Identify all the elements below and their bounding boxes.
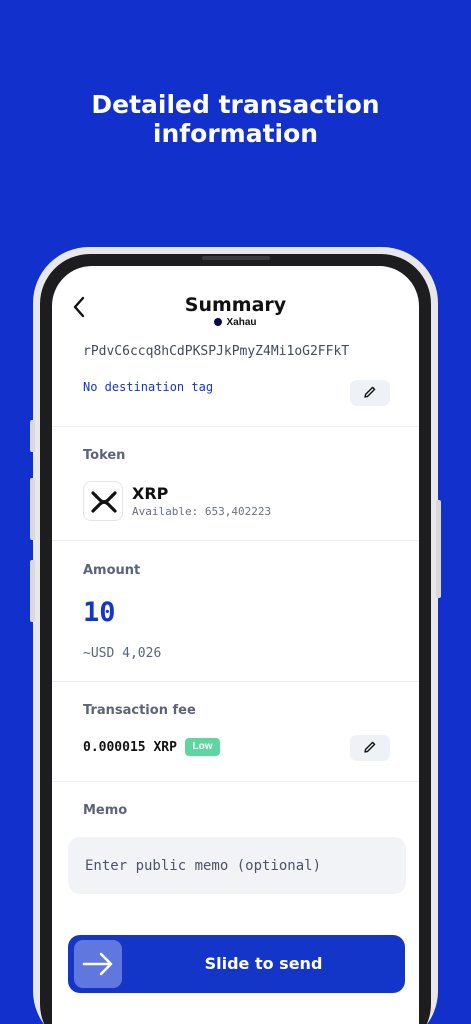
phone-side-button xyxy=(30,420,35,452)
memo-label: Memo xyxy=(83,803,128,818)
divider xyxy=(52,426,419,427)
divider xyxy=(52,540,419,541)
transaction-fee-value: 0.000015 XRP xyxy=(83,740,177,755)
destination-tag: No destination tag xyxy=(83,380,214,394)
nav-bar: Summary Xahau xyxy=(52,266,419,336)
amount-value: 10 xyxy=(83,597,116,628)
amount-fiat-value: ~USD 4,026 xyxy=(83,646,162,661)
pencil-icon xyxy=(364,741,376,753)
transaction-fee-label: Transaction fee xyxy=(83,703,196,718)
phone-side-button xyxy=(30,478,35,540)
edit-fee-button[interactable] xyxy=(350,735,390,761)
network-dot-icon xyxy=(214,318,223,326)
phone-side-button xyxy=(30,560,35,622)
headline: Detailed transaction information xyxy=(0,90,471,148)
divider xyxy=(52,681,419,682)
slide-to-send-slider[interactable]: Slide to send xyxy=(68,935,405,993)
page-title: Summary xyxy=(184,294,287,316)
fee-level-badge: Low xyxy=(185,738,220,756)
network-name: Xahau xyxy=(226,317,257,328)
divider xyxy=(52,781,419,782)
xrp-logo-graphic xyxy=(91,491,117,513)
slide-to-send-label: Slide to send xyxy=(204,954,323,973)
memo-input[interactable] xyxy=(68,837,406,894)
amount-label: Amount xyxy=(83,563,141,578)
headline-line-2: information xyxy=(152,119,319,148)
token-name: XRP xyxy=(132,484,169,503)
slider-handle[interactable] xyxy=(74,940,122,988)
phone-speaker xyxy=(202,256,270,260)
headline-line-1: Detailed transaction xyxy=(91,90,380,119)
phone-power-button xyxy=(436,500,441,598)
edit-destination-tag-button[interactable] xyxy=(350,380,390,406)
network-indicator: Xahau xyxy=(52,317,419,328)
token-available-balance: Available: 653,402223 xyxy=(132,505,272,518)
destination-address: rPdvC6ccq8hCdPKSPJkPmyZ4Mi1oG2FFkT xyxy=(83,344,350,359)
xrp-logo-icon xyxy=(83,481,123,521)
pencil-icon xyxy=(364,386,376,398)
token-label: Token xyxy=(83,448,126,463)
arrow-right-icon xyxy=(82,952,113,976)
app-screen: Summary Xahau rPdvC6ccq8hCdPKSPJkPmyZ4Mi… xyxy=(52,266,419,1024)
